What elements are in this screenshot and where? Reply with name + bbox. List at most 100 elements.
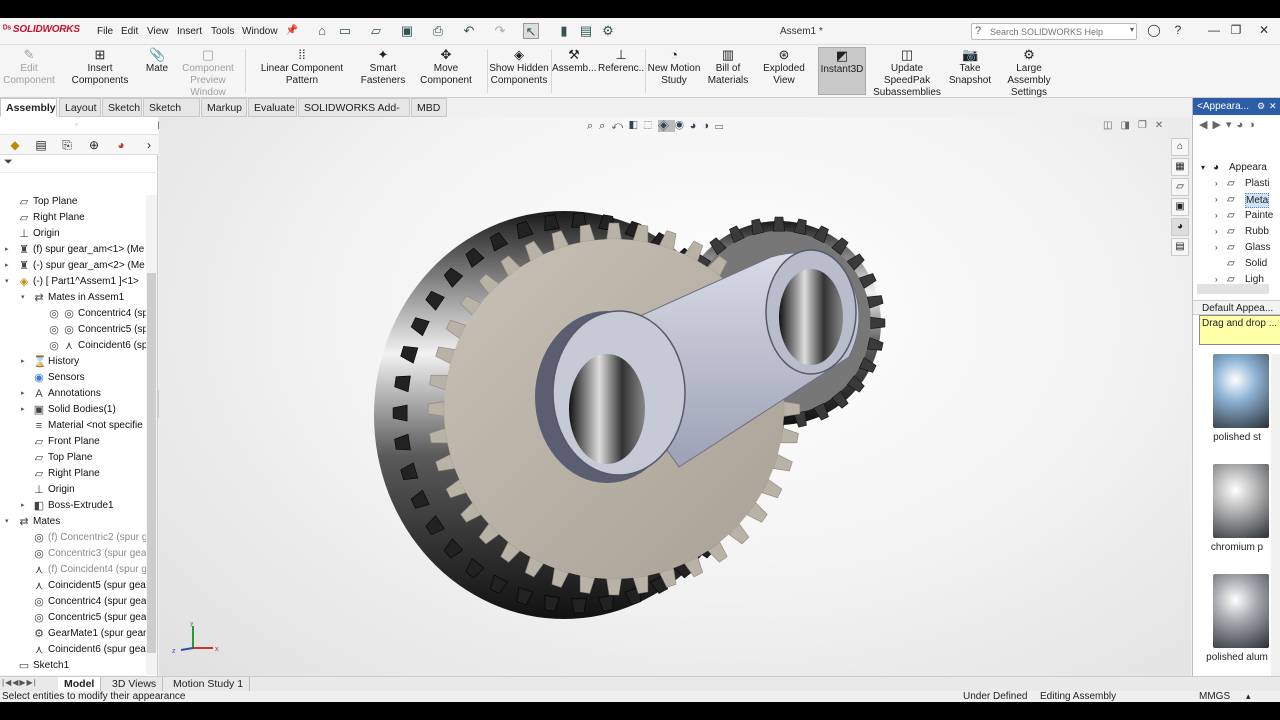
menu-view[interactable]: View bbox=[147, 26, 169, 37]
expand-down-icon[interactable]: ▾ bbox=[21, 290, 25, 306]
tab-motion-study-1[interactable]: Motion Study 1 bbox=[167, 677, 251, 692]
appearance-tree-item[interactable]: › ▱ Meta bbox=[1193, 192, 1273, 208]
show-hidden-button[interactable]: ◈ Show Hidden Components bbox=[489, 47, 549, 95]
property-manager-icon[interactable]: ▤ bbox=[30, 137, 52, 153]
reference-geometry-button[interactable]: ⊥ Referenc... bbox=[598, 47, 647, 95]
tree-item[interactable]: ◎ ◎ Concentric5 (sp bbox=[0, 322, 148, 338]
new-document-icon[interactable]: ▭ bbox=[337, 23, 353, 39]
tree-item[interactable]: ▾ ⇄ Mates in Assem1 bbox=[0, 290, 146, 306]
pin-icon[interactable]: ⚙ bbox=[1257, 98, 1265, 115]
take-snapshot-button[interactable]: 📷 Take Snapshot bbox=[948, 47, 992, 95]
help-icon[interactable]: ? bbox=[1170, 23, 1186, 37]
appearance-swatch[interactable] bbox=[1213, 574, 1269, 648]
chevron-down-icon[interactable]: ▾ bbox=[1226, 119, 1237, 131]
tree-item[interactable]: ▱ Right Plane bbox=[0, 210, 146, 226]
tree-item[interactable]: ▸ ♜ (f) spur gear_am<1> (Me bbox=[0, 242, 146, 258]
instant3d-button[interactable]: ◩ Instant3D bbox=[818, 47, 866, 95]
expand-right-icon[interactable]: › bbox=[1215, 224, 1218, 240]
tree-item[interactable]: ▸ ▣ Solid Bodies(1) bbox=[0, 402, 146, 418]
status-units[interactable]: MMGS bbox=[1199, 691, 1230, 702]
insert-components-button[interactable]: ⊞ Insert Components bbox=[58, 47, 142, 95]
expand-right-icon[interactable]: › bbox=[1215, 176, 1218, 192]
menu-insert[interactable]: Insert bbox=[177, 26, 202, 37]
tree-item[interactable]: ◎ Concentric4 (spur gea bbox=[0, 594, 146, 610]
gear-assembly-model[interactable] bbox=[159, 117, 1191, 694]
tab-layout[interactable]: Layout bbox=[59, 98, 101, 117]
bill-of-materials-button[interactable]: ▥ Bill of Materials bbox=[704, 47, 752, 95]
search-input[interactable] bbox=[990, 25, 1120, 38]
tab-evaluate[interactable]: Evaluate bbox=[248, 98, 297, 117]
home-icon[interactable]: ⌂ bbox=[314, 23, 330, 39]
forward-icon[interactable]: ▶ bbox=[1212, 119, 1225, 131]
large-assembly-settings-button[interactable]: ⚙ Large Assembly Settings bbox=[994, 47, 1064, 99]
tree-item[interactable]: ▸ ◧ Boss-Extrude1 bbox=[0, 498, 146, 514]
tree-item[interactable]: ▸ ♜ (-) spur gear_am<2> (Me bbox=[0, 258, 146, 274]
tree-item[interactable]: ⋏ Coincident5 (spur gea bbox=[0, 578, 146, 594]
tab-addins[interactable]: SOLIDWORKS Add-Ins bbox=[298, 98, 410, 132]
menu-window[interactable]: Window bbox=[242, 26, 278, 37]
update-speedpak-button[interactable]: ◫ Update SpeedPak Subassemblies bbox=[868, 47, 946, 99]
appearance-tree-item[interactable]: › ▱ Glass bbox=[1193, 240, 1273, 256]
tab-scroll-arrows-icon[interactable]: |◀◀▶▶| bbox=[2, 678, 37, 687]
appearance-tree-item[interactable]: ▾ ◕ Appeara bbox=[1193, 160, 1273, 176]
panel-grip-icon[interactable]: ◦ bbox=[75, 119, 78, 129]
tree-item[interactable]: ▾ ⇄ Mates bbox=[0, 514, 146, 530]
mate-button[interactable]: 📎 Mate bbox=[143, 47, 171, 95]
edit-component-button[interactable]: ✎ Edit Component bbox=[2, 47, 56, 95]
tree-item[interactable]: ▸ A Annotations bbox=[0, 386, 146, 402]
tree-item[interactable]: ◎ Concentric5 (spur gea bbox=[0, 610, 146, 626]
tree-item[interactable]: ▭ Sketch1 bbox=[0, 658, 146, 674]
print-icon[interactable]: ⎙ bbox=[430, 23, 446, 39]
minimize-icon[interactable]: — bbox=[1206, 23, 1222, 37]
redo-icon[interactable]: ↷ bbox=[492, 23, 508, 39]
menu-file[interactable]: File bbox=[97, 26, 113, 37]
feature-tree-icon[interactable]: ◆ bbox=[4, 137, 26, 153]
appearance-tree-scrollbar[interactable] bbox=[1197, 284, 1269, 294]
expand-down-icon[interactable]: ▾ bbox=[5, 274, 9, 290]
options-gear-icon[interactable]: ⚙ bbox=[600, 23, 616, 39]
select-icon[interactable]: ↖ bbox=[523, 23, 539, 39]
restore-icon[interactable]: ❐ bbox=[1228, 23, 1244, 37]
tree-item[interactable]: ⊥ Origin bbox=[0, 482, 146, 498]
filter-icon[interactable]: ⏷ bbox=[4, 156, 13, 169]
component-preview-button[interactable]: ▢ Component Preview Window bbox=[172, 47, 244, 99]
tree-item[interactable]: ⋏ (f) Coincident4 (spur g bbox=[0, 562, 147, 578]
chevron-right-icon[interactable]: › bbox=[138, 137, 160, 153]
close-icon[interactable]: ✕ bbox=[1256, 23, 1272, 37]
solidworks-resources-icon[interactable]: ⌂ bbox=[1171, 138, 1189, 156]
expand-right-icon[interactable]: › bbox=[1215, 192, 1218, 208]
tree-item[interactable]: ▱ Right Plane bbox=[0, 466, 146, 482]
tree-item[interactable]: ≡ Material <not specifie bbox=[0, 418, 146, 434]
display-manager-icon[interactable]: ◕ bbox=[110, 137, 132, 153]
expand-down-icon[interactable]: ▾ bbox=[1201, 160, 1205, 176]
expand-right-icon[interactable]: ▸ bbox=[21, 402, 25, 418]
save-icon[interactable]: ▣ bbox=[399, 23, 415, 39]
appearances-scenes-icon[interactable]: ◕ bbox=[1171, 218, 1189, 236]
appearance-swatch[interactable] bbox=[1213, 354, 1269, 428]
appearance-ball-icon[interactable]: ◕ bbox=[1236, 119, 1248, 131]
chevron-up-icon[interactable]: ▴ bbox=[1246, 691, 1251, 702]
expand-right-icon[interactable]: ▸ bbox=[21, 498, 25, 514]
linear-pattern-button[interactable]: ⁞⁞ Linear Component Pattern bbox=[246, 47, 358, 95]
appearance-swatch[interactable] bbox=[1213, 464, 1269, 538]
dimxpert-icon[interactable]: ⊕ bbox=[83, 137, 105, 153]
file-properties-icon[interactable]: ▤ bbox=[578, 23, 594, 39]
expand-right-icon[interactable]: › bbox=[1215, 240, 1218, 256]
appearance-tree-item[interactable]: › ▱ Plasti bbox=[1193, 176, 1273, 192]
new-motion-study-button[interactable]: ◔ New Motion Study bbox=[646, 47, 702, 95]
undo-icon[interactable]: ↶ bbox=[461, 23, 477, 39]
tab-model[interactable]: Model bbox=[58, 677, 102, 692]
close-panel-icon[interactable]: ✕ bbox=[1269, 98, 1277, 115]
chevron-down-icon[interactable]: ▾ bbox=[1130, 25, 1134, 34]
exploded-view-button[interactable]: ⊛ Exploded View bbox=[753, 47, 815, 95]
tab-mbd[interactable]: MBD bbox=[411, 98, 447, 117]
expand-right-icon[interactable]: ▸ bbox=[21, 354, 25, 370]
tab-sketch-ink[interactable]: Sketch Ink bbox=[143, 98, 200, 132]
file-explorer-icon[interactable]: ▱ bbox=[1171, 178, 1189, 196]
tree-item[interactable]: ▱ Front Plane bbox=[0, 434, 146, 450]
tab-3d-views[interactable]: 3D Views bbox=[106, 677, 164, 692]
tree-item[interactable]: ▱ Top Plane bbox=[0, 450, 146, 466]
assembly-features-button[interactable]: ⚒ Assemb... bbox=[552, 47, 596, 95]
design-library-icon[interactable]: ▦ bbox=[1171, 158, 1189, 176]
appearance-tree-item[interactable]: › ▱ Painte bbox=[1193, 208, 1273, 224]
